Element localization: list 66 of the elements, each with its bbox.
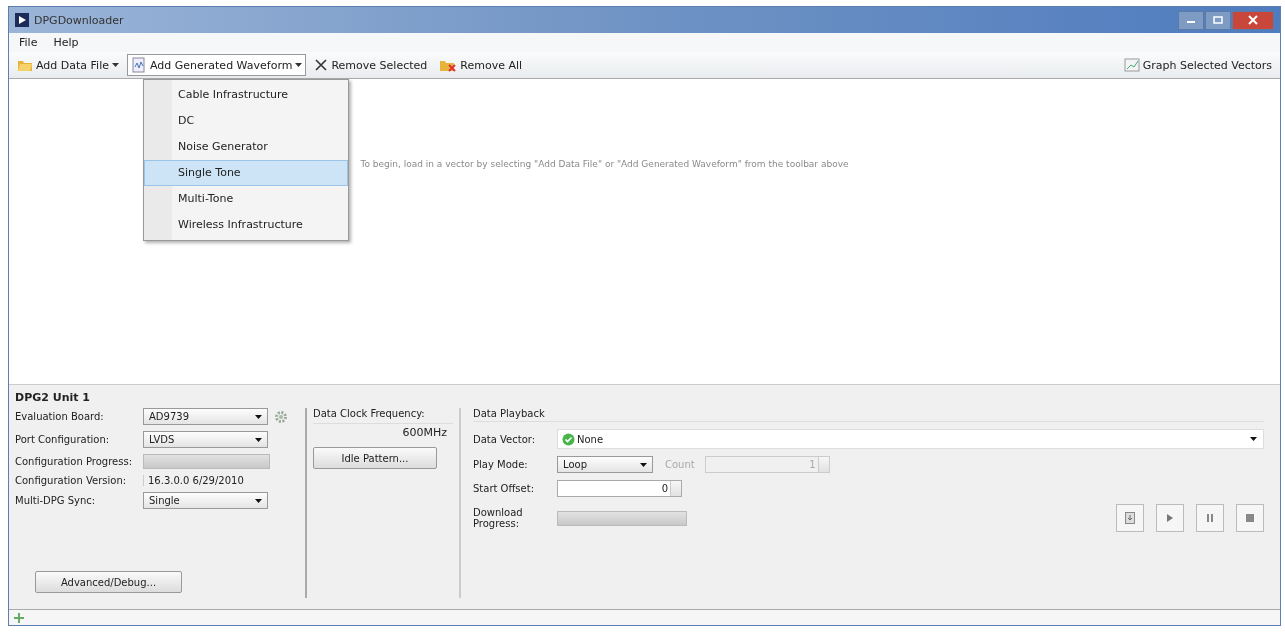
group-title: Data Playback xyxy=(473,408,1264,422)
caret-icon xyxy=(640,462,647,467)
maximize-button[interactable] xyxy=(1205,10,1231,30)
pause-button[interactable] xyxy=(1196,504,1224,532)
caret-icon xyxy=(1250,437,1257,441)
field-label: Configuration Progress: xyxy=(15,456,134,467)
play-icon xyxy=(1166,513,1174,523)
close-icon xyxy=(1248,15,1258,25)
frequency-value: 600MHz xyxy=(313,423,453,439)
field-label: Multi-DPG Sync: xyxy=(15,495,97,506)
hint-text: To begin, load in a vector by selecting "Add Data File" or "Add Generated Waveform" from the toolbar above xyxy=(360,159,849,169)
dropdown-field[interactable]: Loop xyxy=(557,456,653,473)
offset-field[interactable]: 0 xyxy=(557,480,682,497)
check-icon xyxy=(562,432,575,446)
idle-pattern-button[interactable]: Idle Pattern... xyxy=(313,447,437,469)
close-button[interactable] xyxy=(1232,10,1274,30)
version-text: 16.3.0.0 6/29/2010 xyxy=(143,475,244,486)
toolbar-button[interactable]: Graph Selected Vectors xyxy=(1119,55,1276,75)
dropdown-field[interactable]: Single xyxy=(143,492,268,509)
maximize-icon xyxy=(1213,16,1223,24)
caret-icon xyxy=(111,63,119,67)
caret-icon xyxy=(255,498,262,503)
minimize-button[interactable] xyxy=(1178,10,1204,30)
menu-item[interactable]: File xyxy=(17,36,40,49)
download-button[interactable] xyxy=(1116,504,1144,532)
menu-item[interactable]: Single Tone xyxy=(144,160,348,186)
field-label: Data Clock Frequency: xyxy=(313,408,426,419)
stop-icon xyxy=(1246,514,1254,522)
toolbar-button[interactable]: Remove Selected xyxy=(310,55,432,75)
toolbar-button[interactable]: Add Data File xyxy=(13,55,123,75)
menu-item[interactable]: Multi-Tone xyxy=(144,186,348,212)
field-label: Start Offset: xyxy=(473,483,536,494)
caret-icon xyxy=(255,414,262,419)
dropdown-field[interactable]: AD9739 xyxy=(143,408,268,425)
play-icon xyxy=(15,13,29,27)
folder-icon xyxy=(17,58,33,72)
field-label: Configuration Version: xyxy=(15,475,128,486)
download-icon xyxy=(1125,512,1135,524)
pause-icon xyxy=(1206,514,1214,522)
menu-item[interactable]: Wireless Infrastructure xyxy=(144,212,348,238)
field-label: Data Vector: xyxy=(473,433,537,445)
close-icon xyxy=(314,58,329,72)
folder-icon xyxy=(439,58,458,72)
menu-item[interactable]: DC xyxy=(144,108,348,134)
advanced-button[interactable]: Advanced/Debug... xyxy=(35,571,182,593)
play-button[interactable] xyxy=(1156,504,1184,532)
gear-icon[interactable] xyxy=(274,409,288,424)
menu-item[interactable]: Cable Infrastructure xyxy=(144,82,348,108)
field-label: Download Progress: xyxy=(473,507,524,529)
field-label: Play Mode: xyxy=(473,459,529,470)
dropdown-field[interactable]: None xyxy=(557,429,1264,449)
menu-item[interactable]: Noise Generator xyxy=(144,134,348,160)
toolbar-button[interactable]: Remove All xyxy=(435,55,527,75)
panel-title: DPG2 Unit 1 xyxy=(15,391,91,404)
toolbar-button[interactable]: Add Generated Waveform xyxy=(126,54,307,76)
stop-button[interactable] xyxy=(1236,504,1264,532)
document-icon xyxy=(130,57,147,73)
field-label: Evaluation Board: xyxy=(15,411,105,422)
caret-icon xyxy=(255,437,262,442)
caret-icon xyxy=(295,63,303,67)
field-label: Port Configuration: xyxy=(15,434,111,445)
window-title: DPGDownloader xyxy=(34,13,124,27)
menu-item[interactable]: Help xyxy=(51,36,81,49)
dropdown-field[interactable]: LVDS xyxy=(143,431,268,448)
chart-icon xyxy=(1123,58,1140,72)
field-label: Count xyxy=(665,459,695,470)
